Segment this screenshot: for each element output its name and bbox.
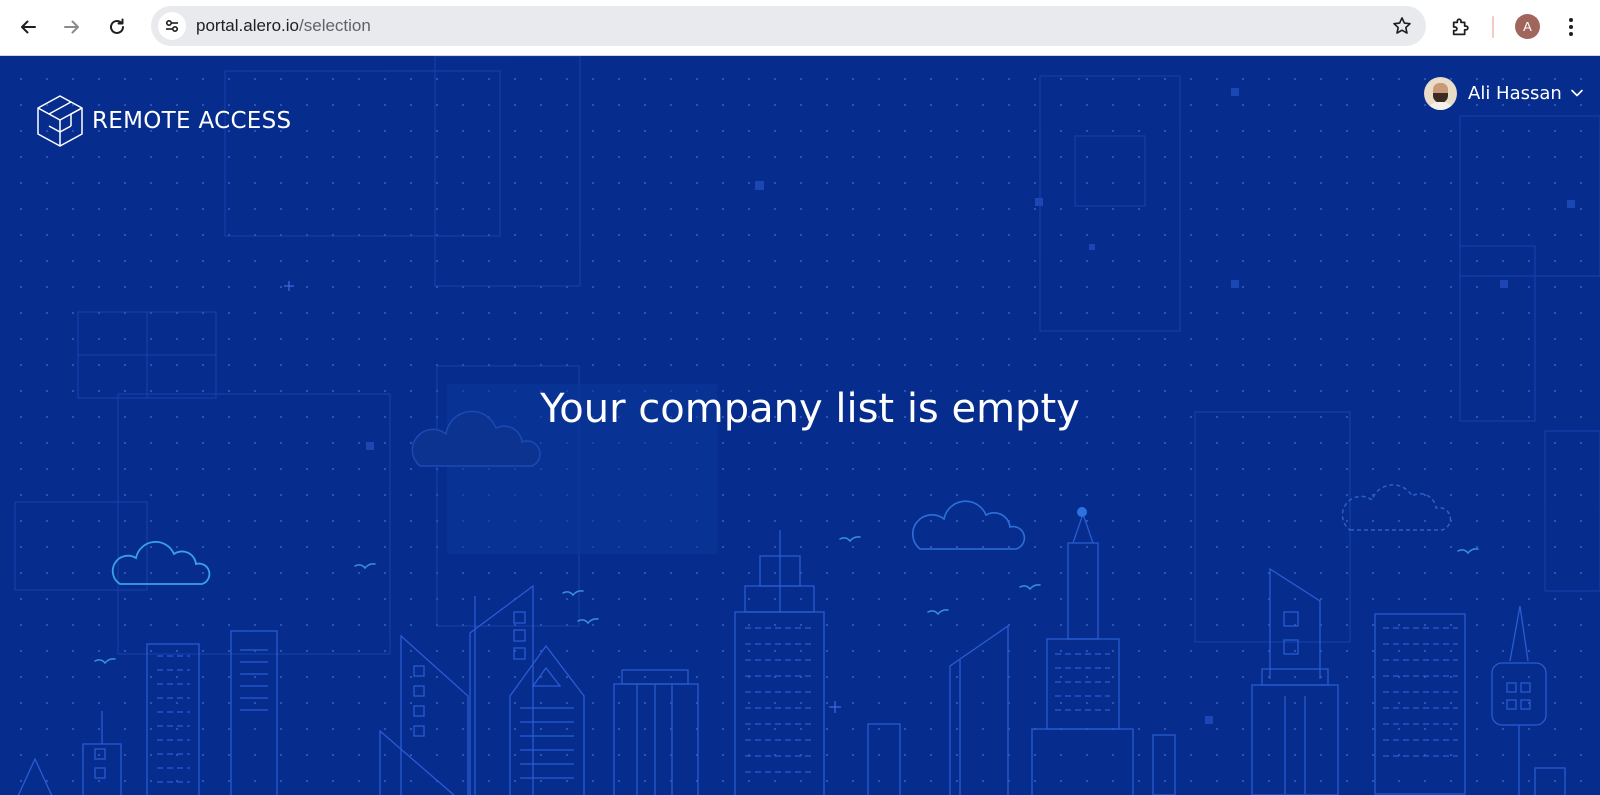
toolbar-divider [1492, 16, 1494, 38]
reload-icon [110, 18, 124, 34]
browser-profile-avatar[interactable]: A [1515, 14, 1540, 39]
url-text[interactable]: portal.alero.io/selection [196, 6, 371, 46]
brand-logo[interactable]: REMOTE ACCESS [36, 94, 291, 148]
empty-state-message: Your company list is empty [540, 386, 1080, 432]
forward-button[interactable] [55, 10, 89, 44]
avatar [1424, 76, 1457, 110]
extensions-button[interactable] [1446, 12, 1476, 42]
address-bar[interactable]: portal.alero.io/selection [151, 6, 1426, 46]
back-button[interactable] [11, 10, 45, 44]
kebab-icon [1569, 18, 1573, 36]
tune-icon [165, 19, 179, 33]
bookmark-button[interactable] [1390, 14, 1414, 38]
user-menu[interactable]: Ali Hassan [1424, 76, 1584, 110]
browser-menu-button[interactable] [1560, 12, 1582, 42]
arrow-left-icon [21, 20, 36, 34]
user-name: Ali Hassan [1468, 82, 1562, 104]
url-host: portal.alero.io [196, 16, 300, 35]
page-content: REMOTE ACCESS Ali Hassan Your company li… [0, 56, 1600, 795]
reload-button[interactable] [100, 10, 134, 44]
site-info-button[interactable] [158, 12, 186, 40]
chevron-down-icon [1570, 88, 1584, 98]
star-icon [1393, 17, 1411, 34]
puzzle-icon [1452, 18, 1469, 36]
arrow-right-icon [64, 20, 79, 34]
brand-name: REMOTE ACCESS [92, 108, 292, 134]
browser-toolbar: portal.alero.io/selection A [0, 0, 1600, 56]
cube-icon [37, 95, 83, 147]
url-path: /selection [299, 16, 371, 35]
